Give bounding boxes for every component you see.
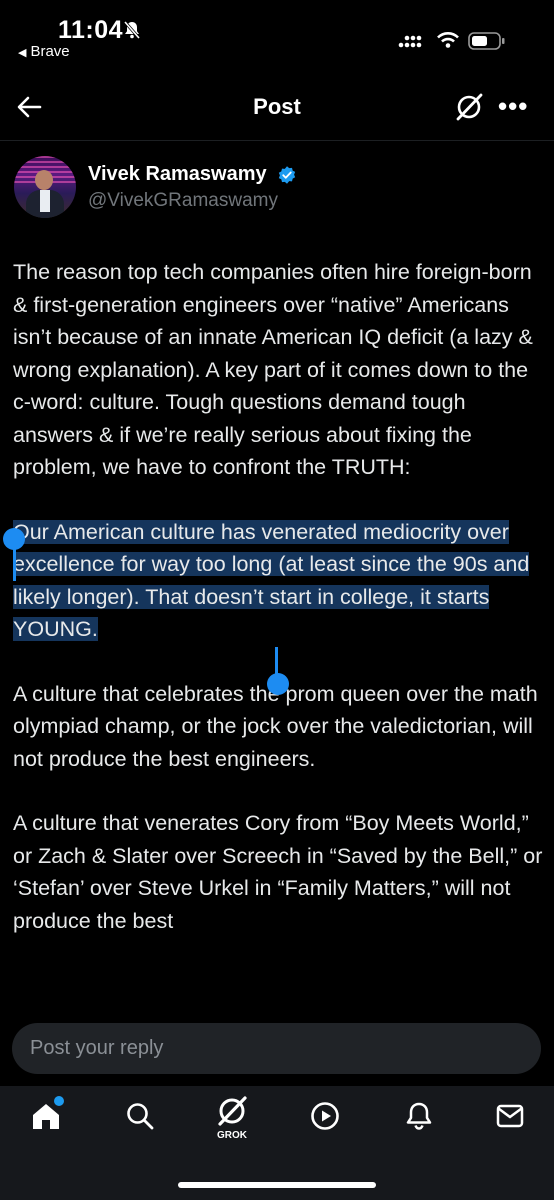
battery-icon [468, 31, 506, 56]
back-triangle-icon: ◀ [18, 47, 27, 59]
new-posts-indicator [54, 1096, 64, 1106]
tab-bar: GROK [0, 1086, 554, 1200]
back-to-app-link[interactable]: ◀ Brave [18, 43, 70, 60]
status-bar: 11:04 ◀ Brave [0, 0, 554, 72]
reply-input[interactable]: Post your reply [12, 1023, 541, 1074]
status-time: 11:04 [58, 16, 124, 44]
back-app-label: Brave [30, 43, 70, 60]
selection-end-handle[interactable] [267, 673, 289, 695]
verified-badge-icon [277, 165, 297, 190]
grok-tab-label: GROK [217, 1130, 247, 1141]
bell-slash-icon [122, 20, 142, 45]
author-handle[interactable]: @VivekGRamaswamy [88, 190, 278, 212]
grok-icon[interactable] [215, 1094, 249, 1133]
grok-icon[interactable] [454, 92, 484, 127]
wifi-icon [436, 31, 460, 54]
more-options-icon[interactable]: ••• [498, 91, 528, 122]
post-body: The reason top tech companies often hire… [13, 256, 545, 969]
signal-icon [398, 33, 424, 54]
messages-icon[interactable] [494, 1100, 526, 1137]
post-header: Post ••• [0, 72, 554, 140]
reply-bar: Post your reply [0, 1012, 554, 1086]
author-name[interactable]: Vivek Ramaswamy [88, 163, 267, 186]
post-paragraph: The reason top tech companies often hire… [13, 260, 533, 479]
avatar[interactable] [14, 156, 76, 218]
post: Vivek Ramaswamy @VivekGRamaswamy The rea… [0, 140, 554, 1013]
home-indicator [178, 1182, 376, 1188]
video-icon[interactable] [309, 1100, 341, 1137]
search-icon[interactable] [124, 1100, 156, 1137]
selected-text[interactable]: Our American culture has venerated medio… [13, 519, 530, 641]
post-paragraph: A culture that venerates Cory from “Boy … [13, 811, 543, 933]
selection-start-caret [13, 541, 16, 581]
notifications-icon[interactable] [403, 1100, 435, 1137]
